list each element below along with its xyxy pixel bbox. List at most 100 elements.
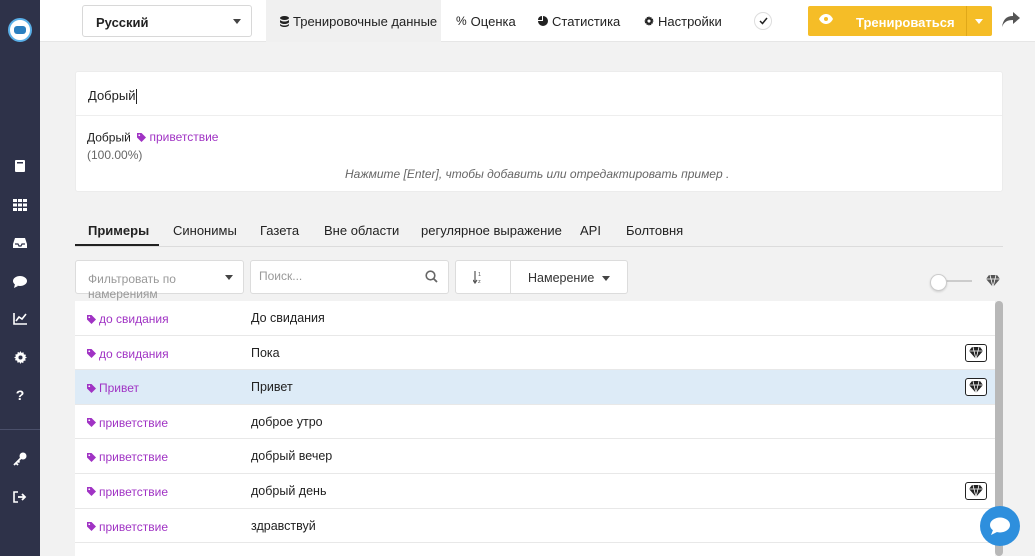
eye-icon: [819, 14, 833, 24]
example-text[interactable]: здравствуй: [251, 519, 316, 533]
example-text[interactable]: добрый вечер: [251, 449, 332, 463]
example-row[interactable]: до свидания Пока: [75, 335, 995, 371]
example-intent[interactable]: приветствие: [87, 485, 168, 499]
examples-list: до свидания До свидания до свидания Пока При…: [75, 301, 995, 556]
search-icon[interactable]: [425, 270, 438, 283]
chevron-down-icon: [233, 19, 241, 24]
example-text[interactable]: До свидания: [251, 311, 325, 325]
book-icon[interactable]: [13, 159, 27, 173]
svg-text:1: 1: [478, 272, 481, 278]
tab-api[interactable]: API: [580, 223, 601, 238]
intent-filter-placeholder: Фильтровать по намерениям: [88, 272, 176, 301]
example-text[interactable]: Пока: [251, 346, 280, 360]
example-intent[interactable]: до свидания: [87, 347, 169, 361]
example-text[interactable]: Привет: [251, 380, 293, 394]
tab-out-of-scope[interactable]: Вне области: [324, 223, 399, 238]
example-intent[interactable]: приветствие: [87, 416, 168, 430]
key-icon[interactable]: [13, 452, 27, 466]
active-tab-indicator: [75, 244, 159, 246]
train-button-label: Тренироваться: [856, 15, 955, 30]
chevron-down-icon[interactable]: [602, 276, 610, 281]
intent-label: приветствие: [99, 519, 168, 534]
example-intent[interactable]: приветствие: [87, 450, 168, 464]
example-row[interactable]: [75, 543, 995, 556]
tag-icon: [87, 383, 96, 393]
chat-bubble-icon: [990, 517, 1010, 535]
data-tabs: Примеры Синонимы Газета Вне области регу…: [75, 219, 1003, 247]
example-text[interactable]: добрый день: [251, 484, 326, 498]
language-select-value: Русский: [96, 15, 149, 30]
parse-result-text: Добрый: [87, 130, 131, 145]
sort-control: 1z Намерение: [455, 260, 628, 294]
gem-toggle[interactable]: [930, 274, 972, 291]
tab-evaluation[interactable]: % Оценка: [456, 0, 516, 42]
sidebar: ?: [0, 0, 40, 556]
sort-divider: [510, 261, 511, 293]
text-cursor: [136, 89, 138, 105]
share-icon[interactable]: [1002, 12, 1020, 30]
tab-gazette[interactable]: Газета: [260, 223, 299, 238]
parse-result-intent[interactable]: приветствие: [137, 130, 218, 144]
grid-icon[interactable]: [13, 198, 27, 212]
tag-icon: [87, 452, 96, 462]
toggle-knob: [930, 274, 947, 291]
tag-icon: [87, 487, 96, 497]
train-split-divider: [966, 6, 967, 36]
gem-icon[interactable]: [965, 378, 987, 397]
search-input[interactable]: [259, 269, 419, 283]
tab-label: Статистика: [552, 13, 621, 29]
tab-statistics[interactable]: Статистика: [538, 0, 620, 42]
intent-filter-select[interactable]: Фильтровать по намерениям: [75, 260, 244, 301]
chat-widget-button[interactable]: [980, 506, 1020, 546]
train-button[interactable]: Тренироваться: [808, 6, 992, 36]
intent-label: приветствие: [99, 415, 168, 430]
gem-icon[interactable]: [965, 343, 987, 362]
example-text[interactable]: доброе утро: [251, 415, 323, 429]
search-box: [250, 260, 449, 294]
sidebar-divider: [0, 429, 40, 430]
confidence-score: (100.00%): [87, 148, 143, 162]
database-icon: [280, 15, 289, 27]
gear-icon[interactable]: [13, 350, 27, 364]
gem-icon[interactable]: [965, 481, 987, 500]
app-logo[interactable]: [8, 18, 32, 42]
example-row[interactable]: приветствие здравствуй: [75, 508, 995, 544]
chat-icon[interactable]: [13, 274, 27, 288]
tab-synonyms[interactable]: Синонимы: [173, 223, 237, 238]
sort-icon[interactable]: 1z: [473, 271, 485, 284]
tab-label: Настройки: [658, 13, 722, 29]
help-icon[interactable]: ?: [13, 387, 27, 403]
example-editor: Добрый Добрый приветствие (100.00%) Нажм…: [75, 71, 1003, 192]
sort-by-label[interactable]: Намерение: [528, 271, 594, 285]
line-chart-icon[interactable]: [13, 312, 27, 326]
example-row[interactable]: приветствие добрый день: [75, 473, 995, 509]
example-intent[interactable]: Привет: [87, 381, 139, 395]
example-row[interactable]: Привет Привет: [75, 370, 995, 405]
example-row[interactable]: приветствие добрый вечер: [75, 439, 995, 474]
tag-icon: [87, 314, 96, 324]
example-row[interactable]: приветствие доброе утро: [75, 404, 995, 440]
tab-regex[interactable]: регулярное выражение: [421, 223, 562, 238]
intent-label: приветствие: [149, 130, 219, 144]
logout-icon[interactable]: [13, 490, 27, 504]
inbox-icon[interactable]: [13, 236, 27, 250]
percent-icon: %: [456, 14, 467, 28]
intent-label: до свидания: [99, 312, 169, 326]
check-status-icon[interactable]: [754, 12, 772, 30]
example-input[interactable]: Добрый: [76, 72, 1002, 116]
tab-examples[interactable]: Примеры: [88, 223, 149, 238]
example-intent[interactable]: до свидания: [87, 312, 169, 326]
parse-result: Добрый приветствие: [87, 130, 218, 145]
language-select[interactable]: Русский: [82, 5, 252, 37]
example-input-value: Добрый: [88, 88, 136, 103]
tab-label: Оценка: [470, 13, 516, 29]
tag-icon: [137, 132, 147, 142]
tab-chitchat[interactable]: Болтовня: [626, 223, 683, 238]
tag-icon: [87, 522, 96, 532]
example-intent[interactable]: приветствие: [87, 520, 168, 534]
example-row[interactable]: до свидания До свидания: [75, 301, 995, 336]
tab-settings[interactable]: Настройки: [644, 0, 722, 42]
chevron-down-icon[interactable]: [975, 19, 983, 24]
tab-training-data[interactable]: Тренировочные данные: [266, 0, 441, 42]
intent-label: Привет: [99, 381, 140, 396]
